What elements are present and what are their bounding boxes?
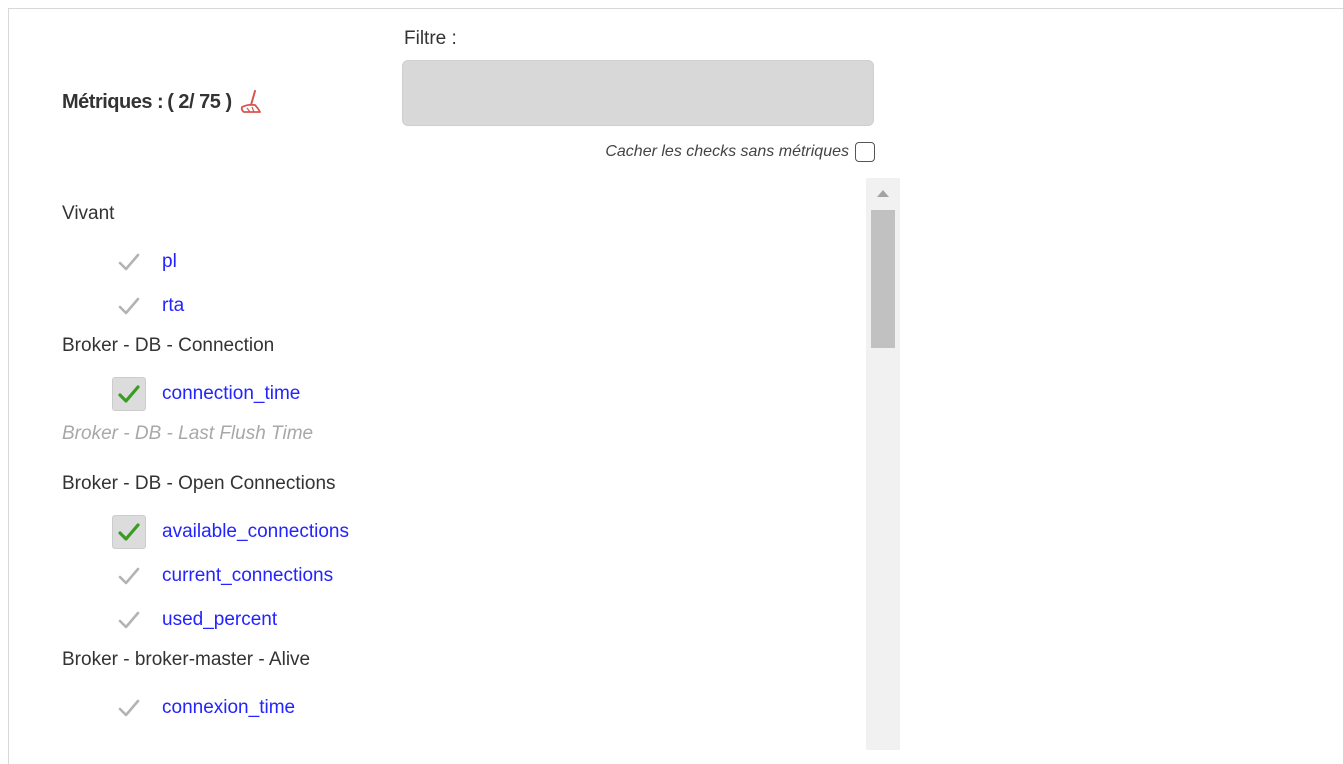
metric-label[interactable]: current_connections — [162, 565, 333, 587]
metric-item[interactable]: used_percent — [62, 598, 862, 642]
metric-label[interactable]: rta — [162, 295, 184, 317]
filter-input[interactable] — [402, 60, 874, 126]
check-group-label: Broker - broker-master - Alive — [62, 649, 311, 670]
metrics-list: Vivant pl rta Broker - DB - Connection conne… — [62, 196, 862, 730]
unchecked-checkmark-icon[interactable] — [112, 691, 146, 725]
unchecked-checkmark-icon[interactable] — [112, 245, 146, 279]
metric-label[interactable]: used_percent — [162, 609, 277, 631]
metric-item[interactable]: current_connections — [62, 554, 862, 598]
metrics-title: Métriques : — [62, 90, 164, 113]
hide-checks-option: Cacher les checks sans métriques — [605, 142, 875, 162]
unchecked-checkmark-icon[interactable] — [112, 603, 146, 637]
checked-checkmark-icon[interactable] — [112, 515, 146, 549]
metrics-count: ( 2/ 75 ) — [167, 90, 232, 113]
checked-checkmark-icon[interactable] — [112, 377, 146, 411]
metric-label[interactable]: pl — [162, 251, 177, 273]
check-group-label: Vivant — [62, 203, 115, 224]
hide-checks-checkbox[interactable] — [855, 142, 875, 162]
metric-item[interactable]: connexion_time — [62, 686, 862, 730]
metric-label[interactable]: connection_time — [162, 383, 300, 405]
hide-checks-label: Cacher les checks sans métriques — [605, 143, 849, 160]
metrics-list-scrollbar[interactable] — [866, 178, 900, 750]
unchecked-checkmark-icon[interactable] — [112, 289, 146, 323]
metric-label[interactable]: connexion_time — [162, 697, 295, 719]
check-group-label: Broker - DB - Last Flush Time — [62, 423, 314, 444]
metric-item[interactable]: pl — [62, 240, 862, 284]
metric-item[interactable]: connection_time — [62, 372, 862, 416]
check-group-label: Broker - DB - Connection — [62, 335, 275, 356]
check-group-label: Broker - DB - Open Connections — [62, 473, 336, 494]
metric-label[interactable]: available_connections — [162, 521, 349, 543]
scrollbar-thumb[interactable] — [871, 210, 895, 348]
filter-label: Filtre : — [404, 28, 457, 49]
broom-icon[interactable] — [238, 88, 266, 116]
scroll-up-arrow-icon[interactable] — [877, 190, 889, 197]
metrics-header: Métriques : ( 2/ 75 ) — [62, 88, 266, 116]
metric-item[interactable]: rta — [62, 284, 862, 328]
metric-item[interactable]: available_connections — [62, 510, 862, 554]
unchecked-checkmark-icon[interactable] — [112, 559, 146, 593]
